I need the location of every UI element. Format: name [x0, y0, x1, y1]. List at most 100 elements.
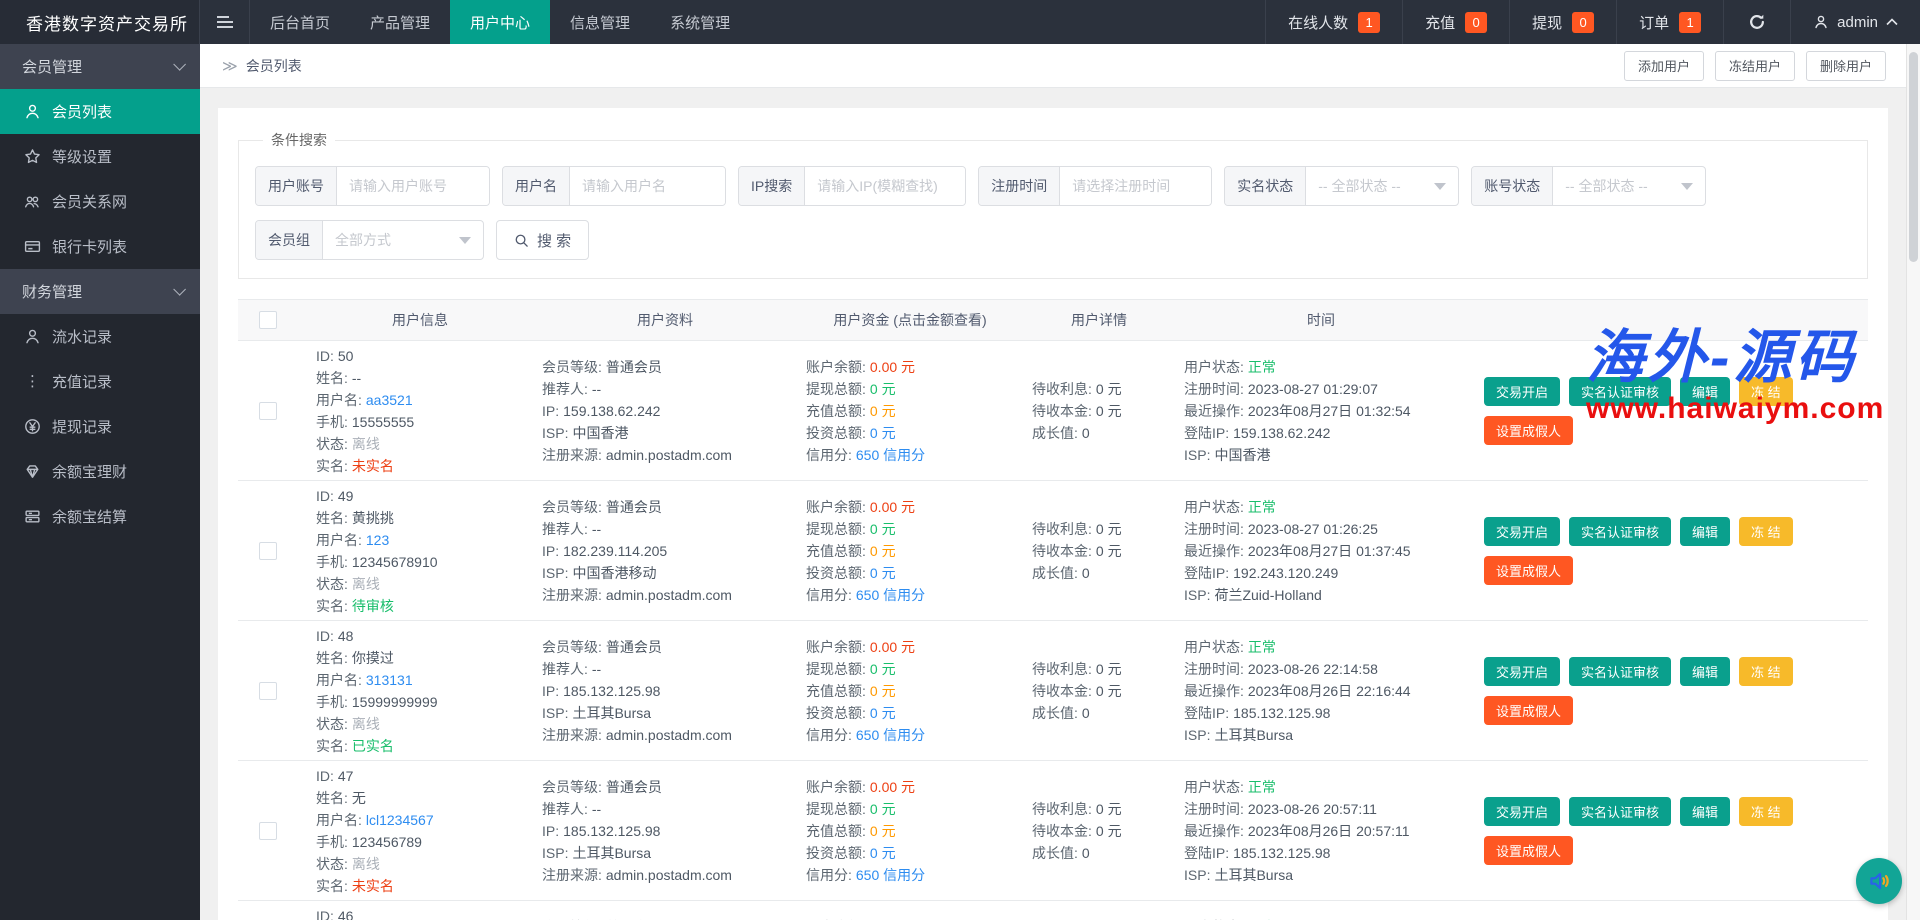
actions-cell: 交易开启 实名认证审核 编辑 冻 结 设置成假人 [1458, 621, 1868, 760]
row-checkbox[interactable] [259, 822, 277, 840]
topmenu-item-user-center[interactable]: 用户中心 [450, 0, 550, 44]
sidebar-item-recharge-records[interactable]: ⋮ 充值记录 [0, 359, 200, 404]
invest-amount[interactable]: 0 元 [870, 845, 896, 861]
sidebar-group-finance[interactable]: 财务管理 [0, 269, 200, 314]
app-logo: 香港数字资产交易所 [0, 0, 200, 44]
freeze-button[interactable]: 冻 结 [1739, 797, 1793, 826]
freeze-button[interactable]: 冻 结 [1739, 517, 1793, 546]
freeze-user-button[interactable]: 冻结用户 [1715, 51, 1795, 81]
delete-user-button[interactable]: 删除用户 [1806, 51, 1886, 81]
trade-toggle-button[interactable]: 交易开启 [1484, 657, 1560, 686]
add-user-button[interactable]: 添加用户 [1624, 51, 1704, 81]
scrollbar-thumb[interactable] [1909, 52, 1918, 262]
balance-amount[interactable]: 0.00 元 [870, 499, 915, 515]
username-link[interactable]: lcl1234567 [366, 812, 434, 828]
username-link[interactable]: aa3521 [366, 392, 413, 408]
sidebar-item-bank-cards[interactable]: 银行卡列表 [0, 224, 200, 269]
trade-toggle-button[interactable]: 交易开启 [1484, 377, 1560, 406]
realname-verify-button[interactable]: 实名认证审核 [1569, 657, 1671, 686]
topmenu-item-system[interactable]: 系统管理 [650, 0, 750, 44]
topmenu-item-home[interactable]: 后台首页 [250, 0, 350, 44]
freeze-button[interactable]: 冻 结 [1739, 377, 1793, 406]
sidebar-item-yuebao-settlement[interactable]: 余额宝结算 [0, 494, 200, 539]
balance-amount[interactable]: 0.00 元 [870, 639, 915, 655]
freeze-button[interactable]: 冻 结 [1739, 657, 1793, 686]
withdraw-amount[interactable]: 0 元 [870, 381, 896, 397]
row-checkbox[interactable] [259, 542, 277, 560]
username-link[interactable]: 313131 [366, 672, 413, 688]
speaker-icon [1866, 868, 1892, 894]
row-checkbox[interactable] [259, 402, 277, 420]
edit-button[interactable]: 编辑 [1680, 657, 1730, 686]
select-value: -- 全部状态 -- [1565, 176, 1647, 196]
sidebar-group-members[interactable]: 会员管理 [0, 44, 200, 89]
ip-search-input[interactable] [805, 167, 965, 205]
credit-score[interactable]: 650 信用分 [856, 867, 925, 883]
star-icon [24, 148, 41, 165]
scrollbar-track[interactable] [1906, 44, 1920, 920]
sidebar-item-withdraw-records[interactable]: 提现记录 [0, 404, 200, 449]
chevron-up-icon [1886, 18, 1898, 26]
trade-toggle-button[interactable]: 交易开启 [1484, 517, 1560, 546]
trade-toggle-button[interactable]: 交易开启 [1484, 797, 1560, 826]
invest-amount[interactable]: 0 元 [870, 565, 896, 581]
recharge-amount[interactable]: 0 元 [870, 683, 896, 699]
balance-amount[interactable]: 0.00 元 [870, 779, 915, 795]
register-time-input[interactable] [1060, 167, 1211, 205]
realname-verify-button[interactable]: 实名认证审核 [1569, 797, 1671, 826]
audio-toggle-button[interactable] [1856, 858, 1902, 904]
online-status: 离线 [352, 716, 380, 732]
member-group-select[interactable]: 全部方式 [323, 221, 483, 259]
admin-menu[interactable]: admin [1790, 0, 1920, 44]
edit-button[interactable]: 编辑 [1680, 797, 1730, 826]
time-cell: 用户状态:正常 注册时间:2023-08-27 01:26:25 最近操作:20… [1166, 481, 1458, 620]
edit-button[interactable]: 编辑 [1680, 517, 1730, 546]
withdraw-amount[interactable]: 0 元 [870, 661, 896, 677]
edit-button[interactable]: 编辑 [1680, 377, 1730, 406]
select-all-checkbox[interactable] [259, 311, 277, 329]
stat-label: 在线人数 [1288, 12, 1348, 33]
field-label: 注册时间 [979, 167, 1060, 205]
row-checkbox[interactable] [259, 682, 277, 700]
user-account-input[interactable] [337, 167, 489, 205]
credit-score[interactable]: 650 信用分 [856, 587, 925, 603]
set-fake-user-button[interactable]: 设置成假人 [1484, 556, 1573, 585]
withdraw-amount[interactable]: 0 元 [870, 801, 896, 817]
topmenu-item-info[interactable]: 信息管理 [550, 0, 650, 44]
realname-status-select[interactable]: -- 全部状态 -- [1306, 167, 1458, 205]
withdraw-amount[interactable]: 0 元 [870, 521, 896, 537]
search-button[interactable]: 搜 索 [496, 220, 589, 260]
sidebar-toggle-button[interactable] [200, 0, 250, 44]
sidebar-item-level-settings[interactable]: 等级设置 [0, 134, 200, 179]
set-fake-user-button[interactable]: 设置成假人 [1484, 836, 1573, 865]
refresh-button[interactable] [1723, 0, 1790, 44]
col-user-profile: 用户资料 [524, 300, 788, 340]
realname-verify-button[interactable]: 实名认证审核 [1569, 517, 1671, 546]
stat-online-users[interactable]: 在线人数 1 [1265, 0, 1402, 44]
topmenu-item-products[interactable]: 产品管理 [350, 0, 450, 44]
set-fake-user-button[interactable]: 设置成假人 [1484, 696, 1573, 725]
set-fake-user-button[interactable]: 设置成假人 [1484, 416, 1573, 445]
account-status-select[interactable]: -- 全部状态 -- [1553, 167, 1705, 205]
username-input[interactable] [570, 167, 725, 205]
actions-cell: 交易开启 实名认证审核 编辑 冻 结 设置成假人 [1458, 901, 1868, 920]
recharge-amount[interactable]: 0 元 [870, 403, 896, 419]
sidebar-item-relationship-network[interactable]: 会员关系网 [0, 179, 200, 224]
realname-verify-button[interactable]: 实名认证审核 [1569, 377, 1671, 406]
sidebar-item-transaction-records[interactable]: 流水记录 [0, 314, 200, 359]
invest-amount[interactable]: 0 元 [870, 425, 896, 441]
stat-withdraw[interactable]: 提现 0 [1509, 0, 1616, 44]
credit-score[interactable]: 650 信用分 [856, 727, 925, 743]
stat-recharge[interactable]: 充值 0 [1402, 0, 1509, 44]
recharge-amount[interactable]: 0 元 [870, 543, 896, 559]
sidebar-item-yuebao-invest[interactable]: 余额宝理财 [0, 449, 200, 494]
user-status: 正常 [1248, 359, 1276, 375]
credit-score[interactable]: 650 信用分 [856, 447, 925, 463]
username-link[interactable]: 123 [366, 532, 389, 548]
balance-amount[interactable]: 0.00 元 [870, 359, 915, 375]
sidebar-item-member-list[interactable]: 会员列表 [0, 89, 200, 134]
invest-amount[interactable]: 0 元 [870, 705, 896, 721]
recharge-amount[interactable]: 0 元 [870, 823, 896, 839]
sidebar-item-label: 充值记录 [52, 371, 112, 392]
stat-orders[interactable]: 订单 1 [1616, 0, 1723, 44]
